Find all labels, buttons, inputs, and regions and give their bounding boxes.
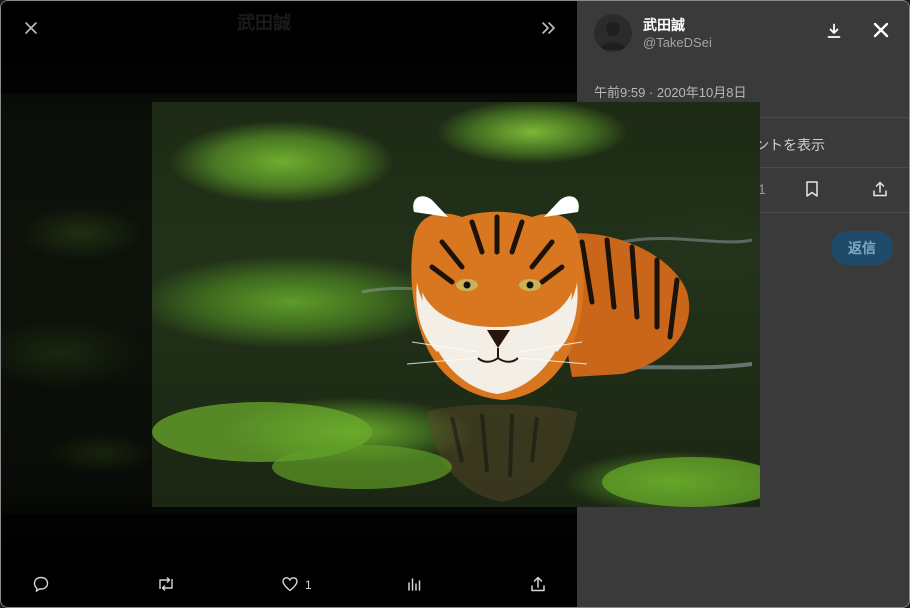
share-icon xyxy=(871,180,889,203)
comment-icon xyxy=(32,575,50,596)
analytics-action[interactable] xyxy=(405,567,423,603)
tiger-illustration xyxy=(152,196,760,507)
reply-button[interactable]: 返信 xyxy=(831,231,893,265)
close-panel-button[interactable] xyxy=(868,19,894,45)
share-button[interactable] xyxy=(870,181,890,201)
author-handle[interactable]: @TakeDSei xyxy=(643,35,712,50)
share-icon xyxy=(529,575,547,596)
close-icon xyxy=(872,21,890,44)
bookmark-button[interactable] xyxy=(802,180,822,203)
close-icon xyxy=(24,21,38,40)
ghost-author-name: 武田誠 xyxy=(237,13,291,33)
download-button[interactable] xyxy=(822,21,846,45)
bar-chart-icon xyxy=(405,575,423,596)
close-viewer-button[interactable] xyxy=(16,15,46,45)
tweet-timestamp[interactable]: 午前9:59 · 2020年10月8日 xyxy=(594,82,746,101)
tweet-actions-bar: 1 xyxy=(1,567,577,603)
heart-icon xyxy=(281,575,299,596)
retweet-icon xyxy=(156,575,176,596)
download-icon xyxy=(825,22,843,45)
avatar[interactable] xyxy=(594,14,632,52)
media-viewer-window: 武田誠 1 武田誠 @TakeDSei 午前9:59 · 2020年10月8日 … xyxy=(0,0,910,608)
show-more-link[interactable]: ントを表示 xyxy=(755,135,825,155)
double-chevron-right-icon xyxy=(541,21,557,40)
like-count: 1 xyxy=(305,578,312,592)
share-action[interactable] xyxy=(529,567,547,603)
like-action[interactable]: 1 xyxy=(281,567,312,603)
tweet-image xyxy=(152,102,760,507)
reply-action[interactable] xyxy=(32,567,50,603)
retweet-action[interactable] xyxy=(156,567,176,603)
bookmark-icon xyxy=(804,180,820,203)
author-display-name[interactable]: 武田誠 xyxy=(643,15,685,35)
expand-panel-button[interactable] xyxy=(534,15,564,45)
